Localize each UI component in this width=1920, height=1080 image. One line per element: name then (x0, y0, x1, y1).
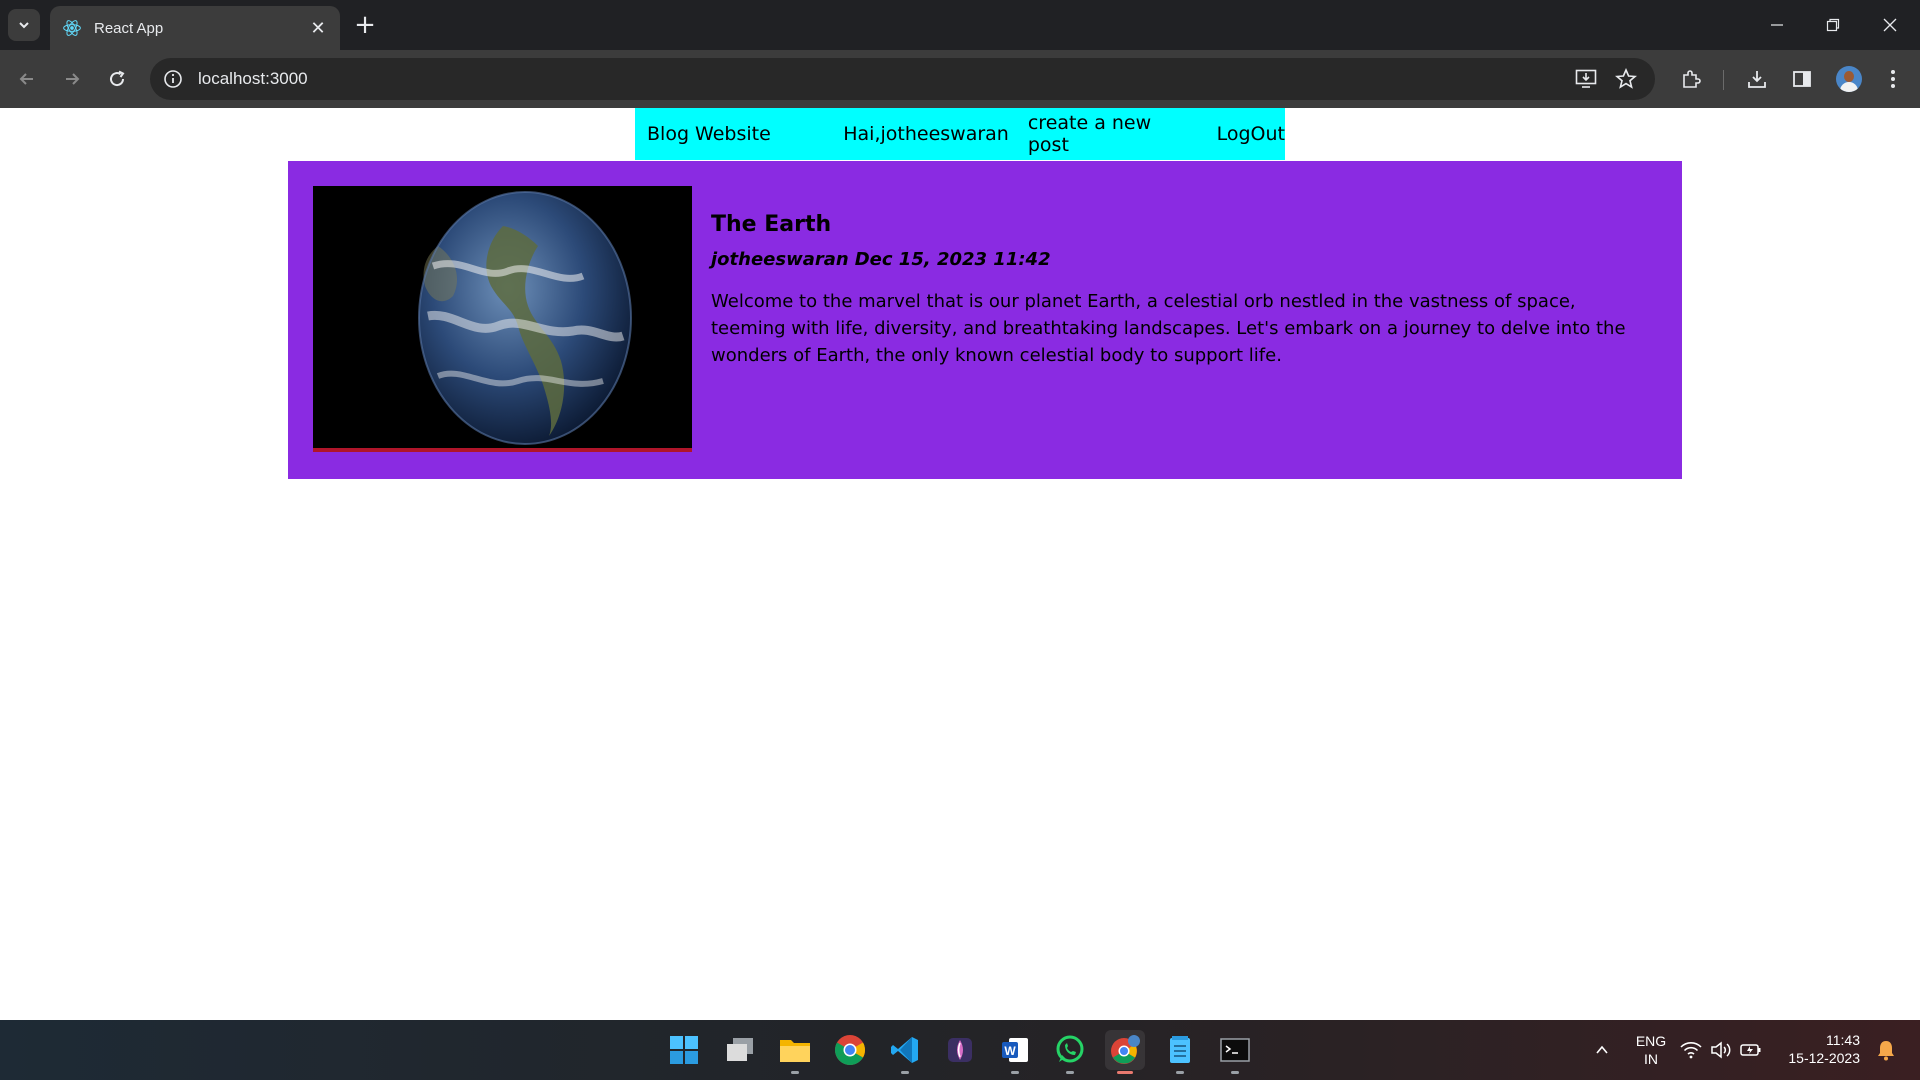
show-hidden-icons-button[interactable] (1582, 1030, 1622, 1070)
minimize-button[interactable] (1749, 0, 1805, 50)
notepad-icon (1170, 1036, 1190, 1063)
address-bar[interactable]: localhost:3000 (150, 58, 1655, 100)
forward-button[interactable] (56, 63, 88, 95)
bookmark-star-icon[interactable] (1614, 67, 1638, 91)
post-title[interactable]: The Earth (711, 211, 1631, 239)
running-indicator (901, 1071, 909, 1074)
tab-title: React App (94, 19, 164, 37)
toolbar-divider (1723, 70, 1724, 90)
user-greeting: Hai,jotheeswaran (843, 123, 1009, 145)
wifi-icon (1680, 1042, 1702, 1059)
url-text: localhost:3000 (198, 69, 308, 88)
language-code: ENG (1635, 1033, 1667, 1049)
quick-settings-button[interactable] (1676, 1030, 1766, 1070)
profile-avatar[interactable] (1836, 66, 1862, 92)
reload-icon (110, 70, 125, 87)
close-window-button[interactable] (1862, 0, 1918, 50)
start-icon (670, 1036, 698, 1064)
chrome-profile-icon (1111, 1035, 1140, 1064)
install-app-icon[interactable] (1574, 67, 1598, 91)
browser-toolbar: localhost:3000 (0, 50, 1920, 108)
close-icon (1883, 18, 1897, 32)
task-view-icon (727, 1038, 753, 1061)
react-icon (63, 20, 81, 36)
chrome-button[interactable] (830, 1030, 870, 1070)
tab-search-button[interactable] (8, 9, 40, 41)
downloads-icon[interactable] (1745, 67, 1769, 91)
page-viewport: Blog Website Hai,jotheeswaran create a n… (0, 108, 1920, 1020)
running-indicator (1066, 1071, 1074, 1074)
post-text: The Earth jotheeswaran Dec 15, 2023 11:42… (711, 211, 1631, 369)
start-button[interactable] (664, 1030, 704, 1070)
post-summary: Welcome to the marvel that is our planet… (711, 291, 1626, 366)
post-image[interactable] (313, 186, 692, 452)
battery-icon (1740, 1044, 1761, 1056)
terminal-icon (1220, 1038, 1250, 1062)
mongodb-compass-button[interactable] (940, 1030, 980, 1070)
word-icon: W (1002, 1038, 1028, 1062)
more-menu-icon[interactable] (1881, 67, 1905, 91)
reload-button[interactable] (101, 63, 133, 95)
region-code: IN (1644, 1051, 1658, 1067)
browser-titlebar: React App ✕ + (0, 0, 1920, 50)
terminal-button[interactable] (1215, 1030, 1255, 1074)
running-indicator (1011, 1071, 1019, 1074)
minimize-icon (1771, 24, 1783, 26)
file-explorer-icon (780, 1040, 810, 1062)
vscode-icon (891, 1037, 918, 1063)
windows-taskbar: W ENG IN 11:43 15-12-2023 (0, 1020, 1920, 1080)
file-explorer-button[interactable] (775, 1030, 815, 1074)
arrow-left-icon (19, 73, 33, 85)
post-card[interactable]: The Earth jotheeswaran Dec 15, 2023 11:42… (288, 161, 1682, 479)
notification-bell-icon (1878, 1041, 1894, 1061)
notifications-button[interactable] (1866, 1030, 1906, 1070)
chevron-up-icon (1596, 1045, 1608, 1054)
mongodb-compass-icon (948, 1038, 972, 1062)
logout-link[interactable]: LogOut (1217, 123, 1285, 145)
back-button[interactable] (11, 63, 43, 95)
running-indicator (1117, 1071, 1133, 1074)
earth-image (313, 186, 692, 448)
extensions-icon[interactable] (1679, 67, 1703, 91)
restore-button[interactable] (1805, 0, 1861, 50)
task-view-button[interactable] (720, 1030, 760, 1070)
side-panel-icon[interactable] (1790, 67, 1814, 91)
whatsapp-icon (1056, 1035, 1084, 1063)
avatar-body (1840, 82, 1858, 92)
avatar-face (1844, 71, 1854, 82)
clock[interactable]: 11:43 15-12-2023 (1780, 1031, 1860, 1067)
restore-icon (1826, 18, 1840, 32)
clock-time: 11:43 (1826, 1032, 1860, 1048)
vscode-button[interactable] (885, 1030, 925, 1074)
site-logo-link[interactable]: Blog Website (647, 123, 843, 145)
browser-tab[interactable]: React App ✕ (50, 6, 340, 50)
site-info-icon[interactable] (162, 68, 184, 90)
notepad-button[interactable] (1160, 1030, 1200, 1074)
running-indicator (1176, 1071, 1184, 1074)
chrome-icon (834, 1035, 866, 1066)
clock-date: 15-12-2023 (1788, 1050, 1860, 1066)
post-info: jotheeswaran Dec 15, 2023 11:42 (711, 248, 1631, 272)
language-indicator[interactable]: ENG IN (1630, 1032, 1672, 1068)
chevron-down-icon (19, 22, 29, 29)
post-date: Dec 15, 2023 11:42 (854, 249, 1051, 270)
svg-text:W: W (1004, 1044, 1016, 1058)
close-tab-icon[interactable]: ✕ (308, 18, 328, 39)
create-post-link[interactable]: create a new post (1028, 112, 1198, 156)
chrome-profile-button[interactable] (1105, 1030, 1145, 1074)
running-indicator (1231, 1071, 1239, 1074)
word-button[interactable]: W (995, 1030, 1035, 1074)
site-header: Blog Website Hai,jotheeswaran create a n… (635, 108, 1285, 160)
arrow-right-icon (66, 73, 80, 85)
post-author: jotheeswaran (711, 249, 849, 270)
volume-icon (1711, 1041, 1731, 1059)
running-indicator (791, 1071, 799, 1074)
whatsapp-button[interactable] (1050, 1030, 1090, 1074)
new-tab-button[interactable]: + (350, 10, 380, 40)
